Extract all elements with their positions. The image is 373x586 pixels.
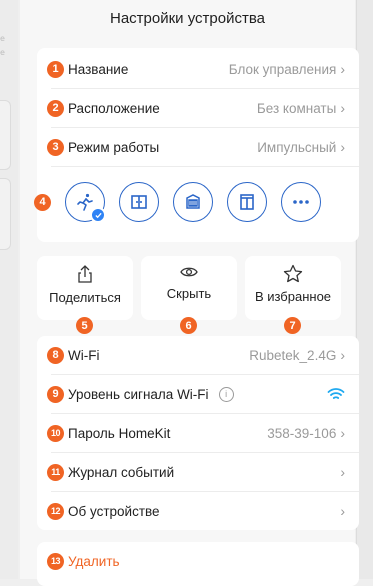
callout-badge: 12	[47, 502, 64, 520]
background-app-strip: e e	[0, 0, 18, 579]
info-icon[interactable]: i	[218, 386, 234, 402]
page-title: Настройки устройства	[110, 10, 265, 27]
setting-label: Wi-Fi	[68, 347, 100, 363]
setting-label: Название	[68, 61, 129, 77]
share-icon	[78, 265, 92, 283]
chevron-right-icon: ›	[340, 347, 345, 363]
setting-row-event-log[interactable]: 11 Журнал событий ›	[37, 453, 359, 491]
setting-value: Без комнаты	[256, 100, 337, 116]
callout-badge: 5	[76, 317, 93, 334]
more-icon[interactable]	[281, 182, 321, 222]
background-text: e	[0, 48, 5, 57]
setting-value: Импульсный	[257, 139, 337, 155]
favorite-button[interactable]: В избранное 7	[245, 256, 341, 334]
background-card	[0, 100, 11, 170]
setting-row-location[interactable]: 2 Расположение Без комнаты ›	[37, 89, 359, 127]
star-icon	[283, 264, 303, 283]
setting-label: Уровень сигнала Wi-Fi	[68, 386, 209, 402]
callout-badge: 11	[47, 463, 64, 481]
setting-label: Режим работы	[68, 139, 160, 155]
callout-badge: 6	[180, 317, 197, 334]
eye-icon	[180, 267, 198, 277]
chevron-right-icon: ›	[340, 100, 345, 116]
share-button[interactable]: Поделиться 5	[37, 256, 133, 334]
wardrobe-icon[interactable]	[227, 182, 267, 222]
callout-badge: 8	[47, 346, 64, 364]
background-card	[0, 178, 11, 250]
network-card: 8 Wi-Fi Rubetek_2.4G › 9 Уровень сигнала …	[37, 336, 359, 530]
background-text: e	[0, 34, 5, 43]
setting-row-wifi[interactable]: 8 Wi-Fi Rubetek_2.4G ›	[37, 336, 359, 374]
delete-label: Удалить	[68, 553, 120, 569]
setting-label: Об устройстве	[68, 503, 160, 519]
setting-row-name[interactable]: 1 Название Блок управления ›	[37, 50, 359, 88]
setting-row-signal: 9 Уровень сигнала Wi-Fi i	[37, 375, 359, 413]
action-label: В избранное	[254, 289, 332, 304]
chevron-right-icon: ›	[340, 139, 345, 155]
device-info-card: 1 Название Блок управления › 2 Расположен…	[34, 48, 359, 242]
setting-row-homekit[interactable]: 10 Пароль HomeKit 358-39-106 ›	[37, 414, 359, 452]
chevron-right-icon: ›	[340, 464, 345, 480]
callout-badge: 13	[47, 552, 64, 570]
setting-row-about[interactable]: 12 Об устройстве ›	[37, 492, 359, 530]
setting-label: Журнал событий	[68, 464, 175, 480]
run-icon[interactable]	[65, 182, 106, 223]
setting-label: Пароль HomeKit	[68, 425, 171, 441]
setting-row-mode[interactable]: 3 Режим работы Импульсный ›	[37, 128, 359, 166]
device-settings-panel: Настройки устройства 1 Название Блок упр…	[20, 0, 359, 586]
callout-badge: 2	[47, 99, 64, 117]
double-door-icon[interactable]	[119, 182, 159, 222]
chevron-right-icon: ›	[340, 425, 345, 441]
callout-badge: 7	[284, 317, 301, 334]
garage-icon[interactable]	[173, 182, 213, 222]
setting-value: Rubetek_2.4G	[249, 347, 337, 363]
callout-badge: 9	[47, 385, 64, 403]
hide-button[interactable]: Скрыть 6	[141, 256, 237, 334]
setting-value: Блок управления	[228, 61, 337, 77]
setting-value: 358-39-106	[267, 425, 337, 441]
action-label: Скрыть	[166, 286, 212, 301]
callout-badge: 4	[34, 193, 51, 211]
divider	[51, 166, 359, 167]
delete-button[interactable]: 13 Удалить	[37, 542, 359, 580]
callout-badge: 10	[47, 424, 64, 442]
delete-card: 13 Удалить	[37, 542, 359, 586]
callout-badge: 3	[47, 138, 64, 156]
mode-selector: 4	[34, 171, 359, 233]
setting-label: Расположение	[68, 100, 160, 116]
selected-check-icon	[90, 207, 106, 223]
callout-badge: 1	[47, 60, 64, 78]
chevron-right-icon: ›	[340, 503, 345, 519]
chevron-right-icon: ›	[340, 61, 345, 77]
wifi-signal-icon	[327, 388, 345, 399]
action-label: Поделиться	[49, 290, 121, 305]
